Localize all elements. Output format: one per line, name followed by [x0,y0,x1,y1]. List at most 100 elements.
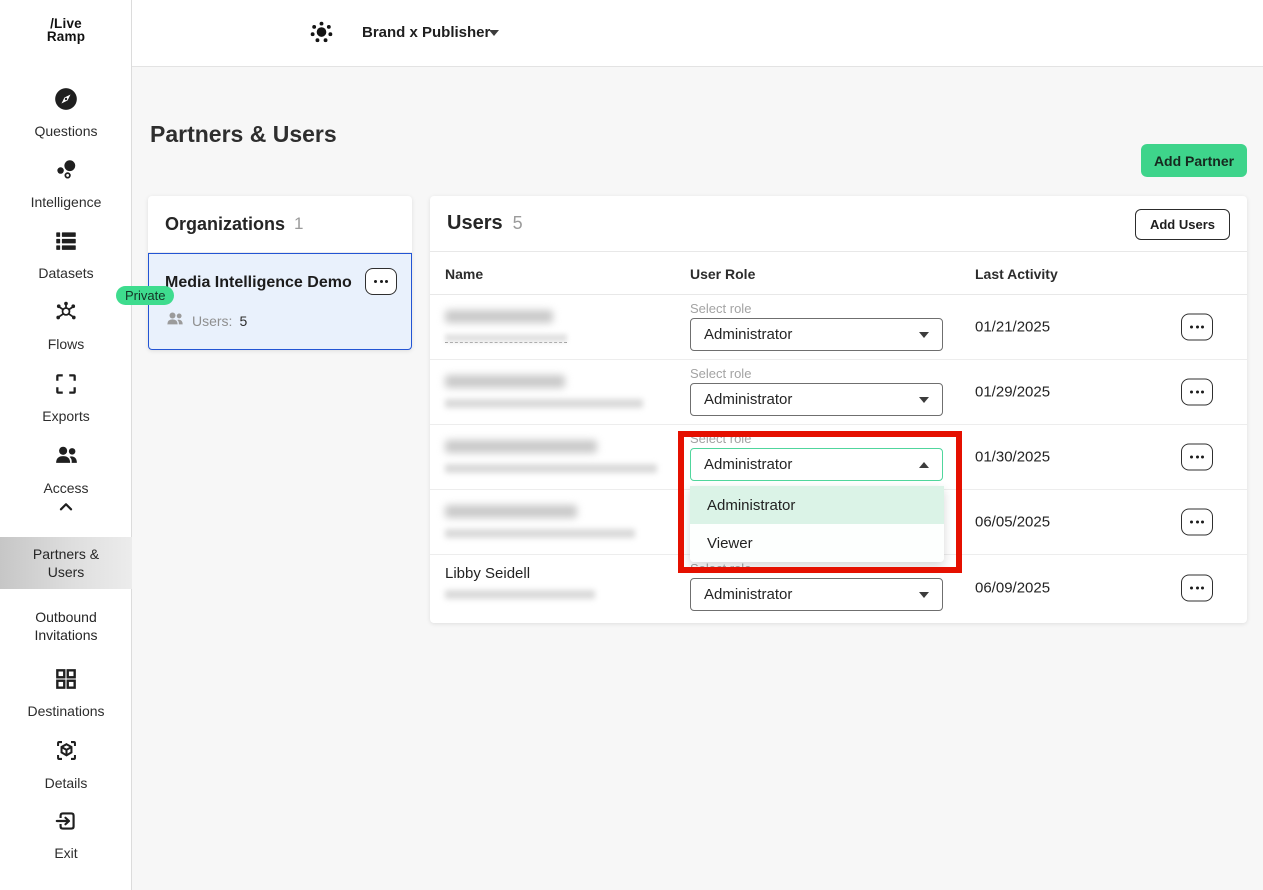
role-field-label: Select role [690,301,943,316]
last-activity-value: 06/05/2025 [975,514,1050,531]
user-name-cell [445,425,680,473]
caret-down-icon [919,592,929,598]
column-header-last-activity: Last Activity [975,266,1058,282]
outbound-line2: Invitations [6,626,126,644]
organizations-count: 1 [294,214,303,234]
organization-more-button[interactable] [365,268,397,295]
users-count: 5 [513,213,523,234]
grid-icon [53,666,79,697]
role-select[interactable]: Administrator [690,578,943,611]
sidebar-item-exports[interactable]: Exports [0,371,132,425]
people-icon [165,309,185,332]
sidebar-label-access: Access [43,479,88,497]
organization-card[interactable]: Media Intelligence Demo Users: 5 [148,253,412,350]
user-name-cell [445,360,680,408]
exit-icon [53,808,79,839]
user-name: Libby Seidell [445,565,680,582]
add-users-button[interactable]: Add Users [1135,209,1230,240]
role-select-value: Administrator [704,326,792,343]
chevron-up-icon [55,496,77,523]
sidebar-item-exit[interactable]: Exit [0,808,132,862]
caret-up-icon [919,462,929,468]
outbound-line1: Outbound [6,608,126,626]
last-activity-value: 06/09/2025 [975,579,1050,596]
people-icon [53,442,80,474]
redacted-email [445,529,635,538]
caret-down-icon [919,397,929,403]
sidebar-label-flows: Flows [48,335,85,353]
last-activity-value: 01/29/2025 [975,384,1050,401]
context-switcher-title[interactable]: Brand x Publisher [362,24,490,41]
users-header: Users 5 Add Users [430,196,1247,252]
ellipsis-icon [1190,391,1204,394]
user-role-cell: Select role Administrator [690,431,943,481]
sidebar-item-details[interactable]: Details [0,737,132,792]
redacted-email [445,399,643,408]
organization-users-label: Users: [192,313,232,329]
sidebar-item-intelligence[interactable]: Intelligence [0,157,132,211]
organization-users-row: Users: 5 [165,309,247,332]
row-more-button[interactable] [1181,444,1213,471]
last-activity-value: 01/30/2025 [975,449,1050,466]
role-field-label: Select role [690,431,943,446]
liveramp-logo: /Live Ramp [0,18,132,44]
sidebar-label-datasets: Datasets [38,264,93,282]
role-field-label: Select role [690,366,943,381]
network-icon: Private [53,299,79,330]
last-activity-value: 01/21/2025 [975,319,1050,336]
ellipsis-icon [1190,326,1204,329]
role-select[interactable]: Administrator [690,383,943,416]
user-name-cell [445,490,680,538]
sidebar-label-exports: Exports [42,407,89,425]
row-more-button[interactable] [1181,379,1213,406]
partnership-hub-icon [308,19,335,51]
private-badge: Private [116,286,174,305]
redacted-name [445,440,597,453]
redacted-email [445,464,657,473]
redacted-name [445,375,565,388]
table-row: Select role Administrator 01/21/2025 [430,295,1247,360]
redacted-name [445,310,553,323]
role-select-value: Administrator [704,391,792,408]
topbar: Brand x Publisher [132,0,1263,67]
cube-brackets-icon [53,737,80,769]
column-header-name: Name [445,266,483,282]
user-role-cell: Select role Administrator [690,561,943,611]
row-more-button[interactable] [1181,574,1213,601]
row-more-button[interactable] [1181,314,1213,341]
user-name-cell: Libby Seidell [445,555,680,599]
page-title: Partners & Users [150,121,337,148]
chevron-down-icon[interactable] [489,30,499,36]
sidebar-label-destinations: Destinations [27,702,104,720]
sidebar-item-datasets[interactable]: Datasets [0,228,132,282]
sidebar-item-flows[interactable]: Private Flows [0,299,132,353]
crop-corners-icon [53,371,79,402]
partners-users-line1: Partners & [6,545,126,563]
table-row: Select role Administrator 01/30/2025 [430,425,1247,490]
role-option-administrator[interactable]: Administrator [690,486,944,524]
partners-users-line2: Users [6,563,126,581]
organizations-panel: Organizations 1 Media Intelligence Demo … [148,196,412,350]
sidebar-item-outbound-invitations[interactable]: Outbound Invitations [0,600,132,652]
stacked-bars-icon [53,228,79,259]
table-row: Select role Administrator 01/29/2025 [430,360,1247,425]
column-header-role: User Role [690,266,755,282]
sidebar-item-destinations[interactable]: Destinations [0,666,132,720]
sidebar-item-questions[interactable]: Questions [0,86,132,140]
ellipsis-icon [1190,456,1204,459]
role-select-open[interactable]: Administrator [690,448,943,481]
organizations-title: Organizations [165,214,285,235]
row-more-button[interactable] [1181,509,1213,536]
sidebar: /Live Ramp Questions Intelligence Datase… [0,0,132,890]
sidebar-item-access[interactable]: Access [0,442,132,497]
logo-line2: Ramp [0,31,132,44]
role-select[interactable]: Administrator [690,318,943,351]
add-partner-button[interactable]: Add Partner [1141,144,1247,177]
role-option-viewer[interactable]: Viewer [690,524,944,562]
collapse-section-control[interactable] [0,496,132,523]
role-field-label: Select role [690,561,943,576]
user-role-cell: Select role Administrator [690,366,943,416]
organization-name: Media Intelligence Demo [165,274,352,292]
user-role-cell: Select role Administrator [690,301,943,351]
sidebar-item-partners-users[interactable]: Partners & Users [0,537,132,589]
